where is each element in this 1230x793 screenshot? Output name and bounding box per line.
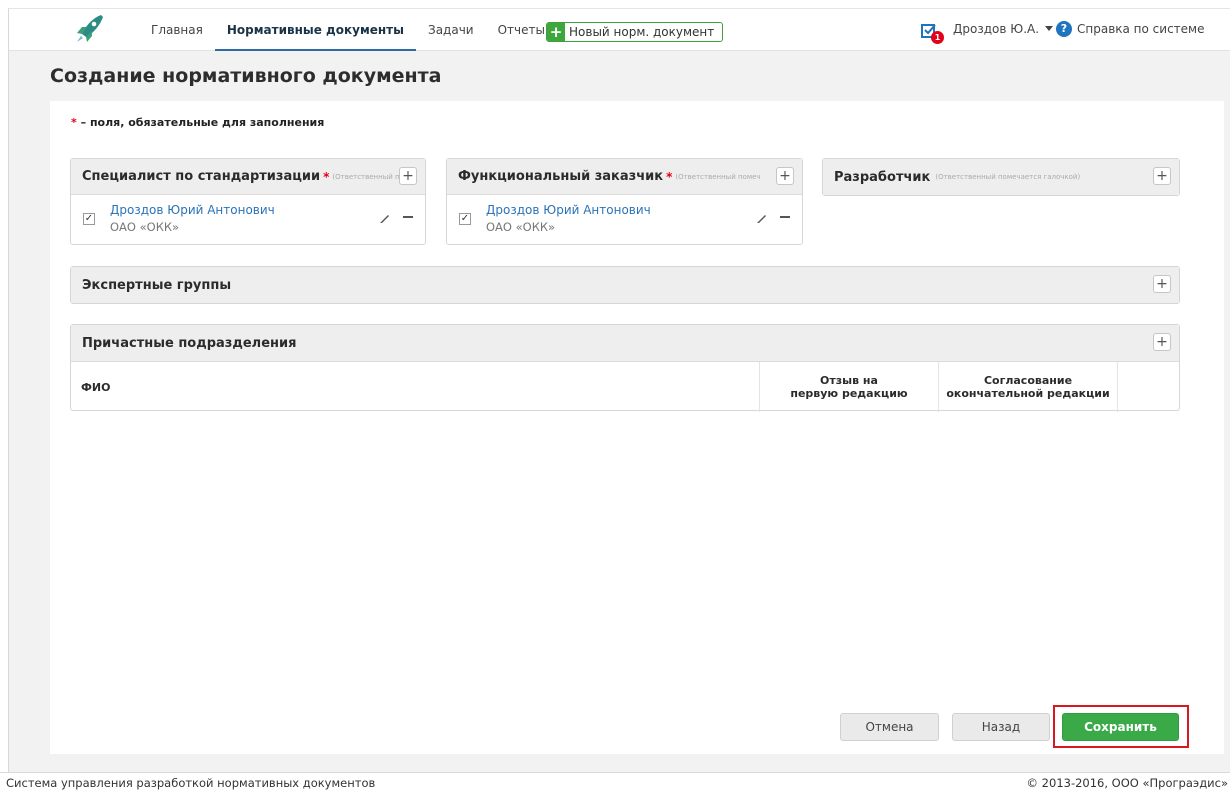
first-review-line2: первую редакцию	[790, 387, 908, 400]
column-header-first-review: Отзыв на первую редакцию	[760, 362, 938, 412]
app-window: Главная Нормативные документы Задачи Отч…	[8, 8, 1230, 772]
person-organization: ОАО «ОКК»	[486, 220, 556, 234]
expert-groups-panel: Экспертные группы +	[70, 266, 1180, 304]
main-nav: Главная Нормативные документы Задачи Отч…	[139, 9, 557, 51]
required-fields-note: * – поля, обязательные для заполнения	[71, 116, 324, 129]
pencil-icon[interactable]	[379, 212, 391, 224]
expert-groups-title: Экспертные группы	[82, 277, 232, 293]
page-title: Создание нормативного документа	[50, 65, 442, 87]
person-name-link[interactable]: Дроздов Юрий Антонович	[486, 203, 651, 217]
user-name: Дроздов Ю.А.	[953, 22, 1040, 36]
remove-person-icon[interactable]	[403, 216, 413, 218]
add-specialist-button[interactable]: +	[399, 167, 417, 185]
responsible-checkbox[interactable]: ✓	[83, 213, 95, 225]
pencil-icon[interactable]	[756, 212, 768, 224]
footer-system-name: Система управления разработкой нормативн…	[6, 776, 376, 790]
specialist-panel: Специалист по стандартизации * (Ответств…	[70, 158, 426, 245]
customer-panel-header: Функциональный заказчик * (Ответственный…	[447, 159, 802, 195]
user-menu[interactable]: Дроздов Ю.А.	[953, 22, 1054, 36]
column-divider	[1117, 362, 1118, 412]
nav-item-normative-docs[interactable]: Нормативные документы	[214, 9, 416, 51]
required-star: *	[666, 169, 673, 184]
back-button[interactable]: Назад	[952, 713, 1050, 741]
person-name-link[interactable]: Дроздов Юрий Антонович	[110, 203, 275, 217]
departments-panel: Причастные подразделения + ФИО Отзыв на …	[70, 324, 1180, 412]
final-approval-line1: Согласование	[983, 374, 1073, 387]
task-count-badge: 1	[931, 31, 944, 44]
status-footer: Система управления разработкой нормативн…	[0, 772, 1230, 793]
footer-copyright: © 2013-2016, ООО «Програэдис»	[1026, 776, 1228, 790]
help-label: Справка по системе	[1077, 22, 1205, 36]
nav-item-tasks[interactable]: Задачи	[416, 9, 486, 51]
new-document-label: Новый норм. документ	[569, 25, 715, 39]
column-header-fio: ФИО	[81, 380, 111, 394]
person-row: ✓ Дроздов Юрий Антонович ОАО «ОКК»	[71, 195, 425, 244]
form-content: * – поля, обязательные для заполнения Сп…	[50, 101, 1224, 754]
specialist-panel-title: Специалист по стандартизации	[82, 169, 321, 184]
save-button[interactable]: Сохранить	[1062, 713, 1179, 741]
developer-panel: Разработчик (Ответственный помечается га…	[822, 158, 1180, 196]
specialist-panel-hint: (Ответственный по	[332, 172, 403, 181]
developer-panel-header: Разработчик (Ответственный помечается га…	[823, 159, 1179, 195]
new-document-button[interactable]: + Новый норм. документ	[546, 22, 724, 42]
final-approval-line2: окончательной редакции	[946, 387, 1110, 400]
developer-panel-hint: (Ответственный помечается галочкой)	[935, 173, 1081, 181]
customer-panel: Функциональный заказчик * (Ответственный…	[446, 158, 803, 245]
caret-down-icon	[1045, 26, 1054, 31]
question-icon: ?	[1056, 21, 1072, 37]
add-department-button[interactable]: +	[1153, 333, 1171, 351]
tasks-notification[interactable]: 1	[921, 23, 944, 45]
remove-person-icon[interactable]	[780, 216, 790, 218]
required-note-text: – поля, обязательные для заполнения	[80, 116, 325, 129]
required-star: *	[71, 116, 77, 129]
departments-header: Причастные подразделения +	[71, 325, 1179, 361]
specialist-panel-header: Специалист по стандартизации * (Ответств…	[71, 159, 425, 195]
person-organization: ОАО «ОКК»	[110, 220, 180, 234]
departments-table-header: ФИО Отзыв на первую редакцию Согласовани…	[71, 361, 1179, 412]
cancel-button[interactable]: Отмена	[840, 713, 939, 741]
customer-panel-title: Функциональный заказчик	[458, 169, 664, 184]
departments-title: Причастные подразделения	[82, 335, 297, 351]
help-link[interactable]: ? Справка по системе	[1056, 21, 1205, 37]
rocket-logo-icon[interactable]	[73, 12, 107, 46]
plus-icon: +	[547, 23, 565, 41]
nav-item-home[interactable]: Главная	[139, 9, 215, 51]
top-navigation-bar: Главная Нормативные документы Задачи Отч…	[9, 9, 1230, 51]
developer-panel-title: Разработчик	[834, 169, 931, 185]
person-row: ✓ Дроздов Юрий Антонович ОАО «ОКК»	[447, 195, 802, 244]
add-customer-button[interactable]: +	[776, 167, 794, 185]
customer-panel-hint: (Ответственный помечае	[675, 172, 762, 181]
add-expert-group-button[interactable]: +	[1153, 275, 1171, 293]
column-header-final-approval: Согласование окончательной редакции	[939, 362, 1117, 412]
first-review-line1: Отзыв на	[820, 374, 878, 387]
expert-groups-header: Экспертные группы +	[71, 267, 1179, 303]
add-developer-button[interactable]: +	[1153, 167, 1171, 185]
required-star: *	[323, 169, 330, 184]
responsible-checkbox[interactable]: ✓	[459, 213, 471, 225]
